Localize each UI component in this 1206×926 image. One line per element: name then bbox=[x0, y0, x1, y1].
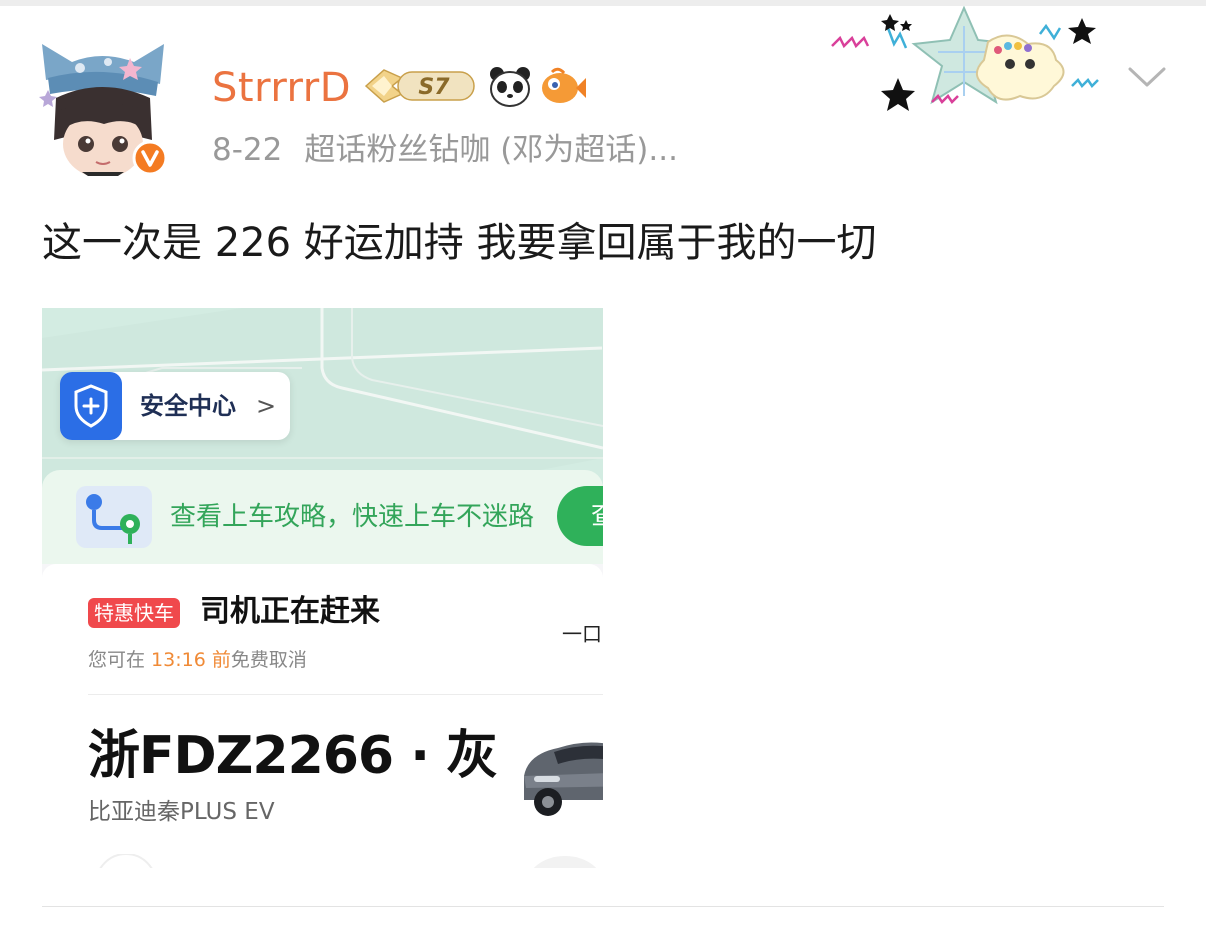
safety-center-label: 安全中心 bbox=[140, 392, 236, 420]
trailing-text: 一口 bbox=[562, 622, 602, 646]
post-meta: 8-22 超话粉丝钻咖 (邓为超话)... bbox=[212, 130, 678, 170]
route-icon bbox=[72, 480, 156, 554]
contact-button[interactable] bbox=[520, 854, 603, 868]
post-date: 8-22 bbox=[212, 132, 283, 168]
driver-avatar[interactable] bbox=[92, 853, 160, 868]
verified-v-icon bbox=[132, 140, 168, 176]
cancel-time: 13:16 bbox=[151, 649, 206, 671]
car-model: 比亚迪秦PLUS EV bbox=[88, 799, 275, 825]
post-divider bbox=[42, 906, 1164, 907]
level-text: S7 bbox=[418, 75, 450, 100]
chevron-down-icon[interactable] bbox=[1126, 60, 1168, 94]
post-image[interactable]: 安全中心 > 查看上车攻略，快速上车不迷路 查 特惠快车 司机正在赶来 您可在 … bbox=[42, 308, 603, 868]
username[interactable]: StrrrrD bbox=[212, 64, 351, 112]
cancel-hint: 您可在 13:16 前免费取消 bbox=[88, 646, 307, 674]
post-text: 这一次是 226 好运加持 我要拿回属于我的一切 bbox=[42, 220, 877, 266]
service-tag: 特惠快车 bbox=[88, 598, 180, 628]
panda-icon[interactable] bbox=[486, 64, 534, 108]
car-image bbox=[518, 714, 603, 824]
cancel-mid: 前 bbox=[205, 649, 231, 671]
divider bbox=[88, 694, 603, 695]
post-source[interactable]: 超话粉丝钻咖 (邓为超话)... bbox=[304, 132, 678, 168]
avatar[interactable] bbox=[38, 40, 168, 178]
safety-center-button[interactable]: 安全中心 > bbox=[60, 372, 290, 440]
pickup-guide-banner[interactable]: 查看上车攻略，快速上车不迷路 查 bbox=[42, 470, 603, 564]
order-card: 特惠快车 司机正在赶来 您可在 13:16 前免费取消 一口 浙FDZ2266 … bbox=[42, 564, 603, 868]
star-sparkle-decoration bbox=[828, 5, 1118, 116]
view-guide-label: 查 bbox=[591, 497, 603, 535]
order-status: 司机正在赶来 bbox=[200, 594, 380, 629]
view-guide-button[interactable]: 查 bbox=[557, 486, 603, 546]
license-plate: 浙FDZ2266 · 灰 bbox=[88, 726, 498, 786]
s7-level-badge[interactable]: S7 bbox=[362, 64, 480, 108]
pickup-guide-text: 查看上车攻略，快速上车不迷路 bbox=[170, 502, 535, 532]
cancel-suffix: 免费取消 bbox=[230, 649, 307, 671]
fish-icon[interactable] bbox=[538, 64, 586, 108]
chevron-right-icon: > bbox=[256, 392, 277, 420]
cancel-prefix: 您可在 bbox=[88, 649, 152, 671]
shield-icon bbox=[60, 372, 122, 440]
